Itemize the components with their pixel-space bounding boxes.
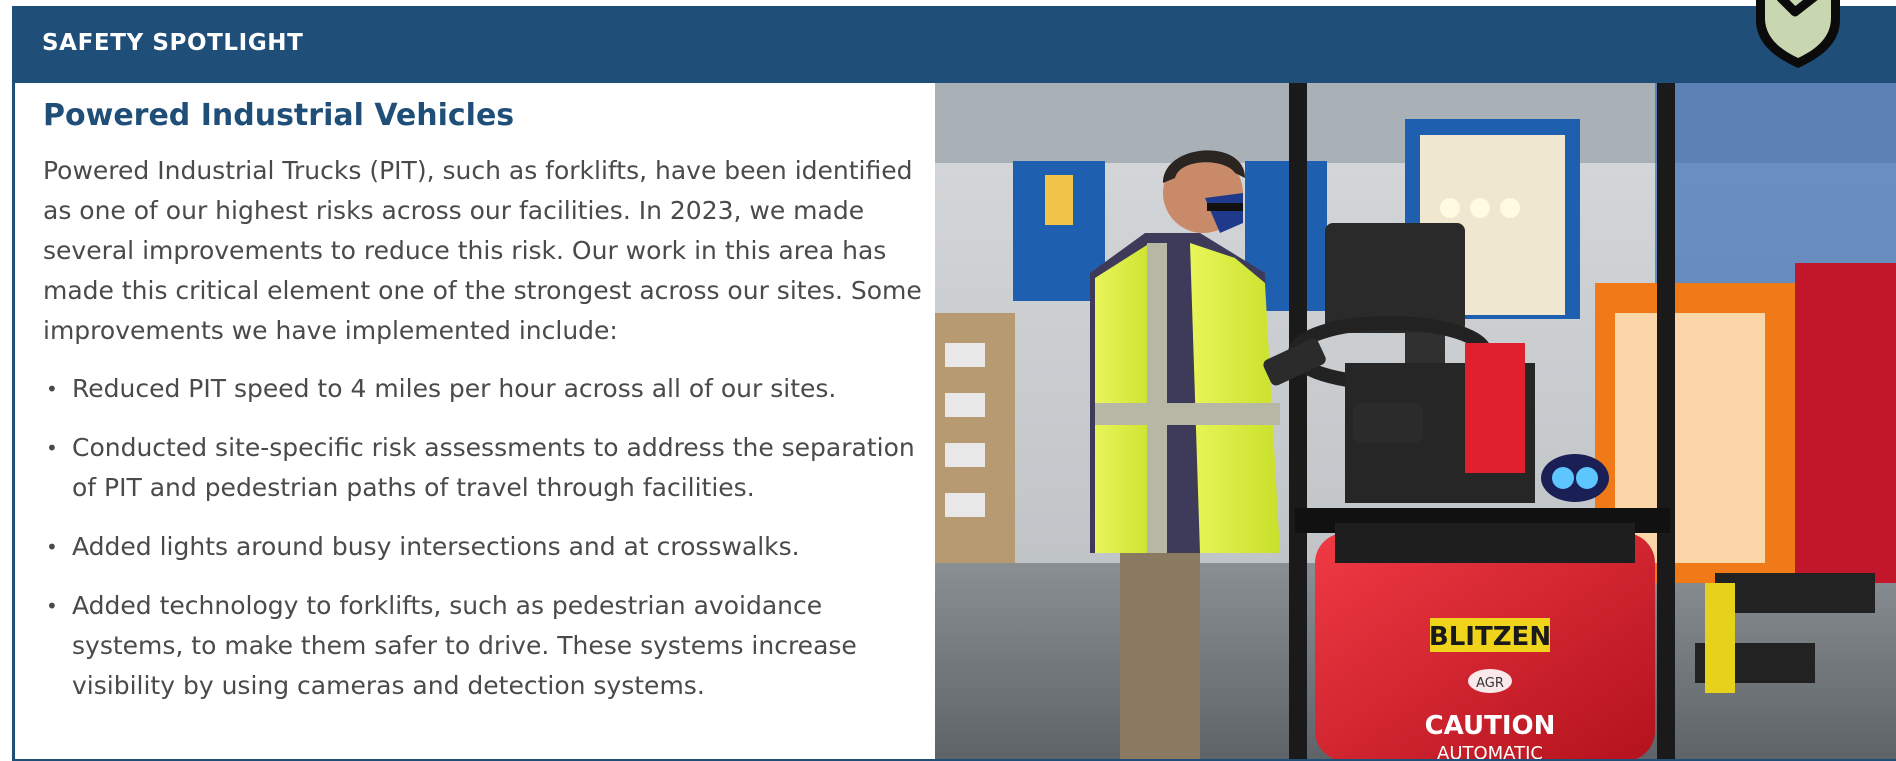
intro-paragraph: Powered Industrial Trucks (PIT), such as… bbox=[43, 156, 922, 345]
list-item: • Added lights around busy intersections … bbox=[43, 527, 923, 567]
bullet-icon: • bbox=[46, 377, 58, 401]
header-bar: SAFETY SPOTLIGHT bbox=[15, 6, 1896, 83]
bullet-icon: • bbox=[46, 594, 58, 618]
list-item-text: Reduced PIT speed to 4 miles per hour ac… bbox=[72, 374, 837, 403]
text-column: Powered Industrial Vehicles Powered Indu… bbox=[43, 98, 923, 725]
section-title: Powered Industrial Vehicles bbox=[43, 98, 515, 133]
bullet-icon: • bbox=[46, 436, 58, 460]
forklift-logo-label: AGR bbox=[1476, 676, 1504, 691]
shield-check-icon bbox=[1756, 0, 1840, 68]
forklift-brand-label: BLITZEN bbox=[1429, 622, 1551, 652]
list-item: • Conducted site-specific risk assessment… bbox=[43, 428, 923, 508]
bullet-icon: • bbox=[46, 535, 58, 559]
list-item-text: Added technology to forklifts, such as p… bbox=[72, 591, 857, 700]
header-title: SAFETY SPOTLIGHT bbox=[42, 30, 304, 56]
list-item: • Added technology to forklifts, such as … bbox=[43, 586, 923, 706]
forklift-caution-label: CAUTION bbox=[1425, 711, 1556, 741]
list-item-text: Added lights around busy intersections a… bbox=[72, 532, 800, 561]
list-item-text: Conducted site-specific risk assessments… bbox=[72, 433, 915, 502]
forklift-scene-illustration: BLITZEN AGR CAUTION AUTOMATIC bbox=[935, 83, 1896, 761]
list-item: • Reduced PIT speed to 4 miles per hour a… bbox=[43, 369, 923, 409]
improvement-list: • Reduced PIT speed to 4 miles per hour a… bbox=[43, 369, 923, 706]
safety-spotlight-card: SAFETY SPOTLIGHT Powered Industrial Vehi… bbox=[12, 0, 1896, 761]
forklift-photo: BLITZEN AGR CAUTION AUTOMATIC bbox=[935, 83, 1896, 761]
